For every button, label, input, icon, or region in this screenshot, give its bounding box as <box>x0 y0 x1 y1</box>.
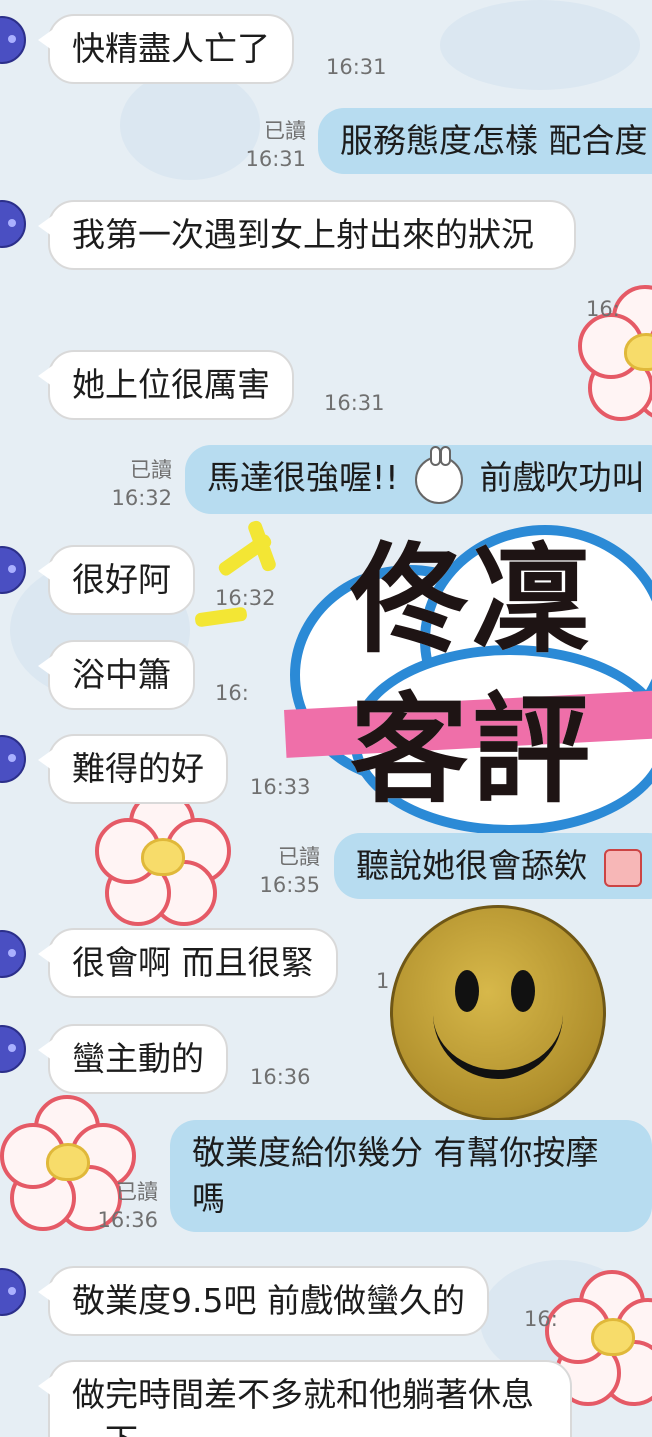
message-bubble[interactable]: 敬業度給你幾分 有幫你按摩嗎 <box>170 1120 652 1232</box>
message-text: 敬業度給你幾分 有幫你按摩嗎 <box>192 1133 599 1218</box>
message-time: 16:36 <box>97 1208 158 1232</box>
emoji-icon <box>603 848 642 887</box>
message-text: 快精盡人亡了 <box>72 29 270 68</box>
message-text: 她上位很厲害 <box>72 365 270 404</box>
message-bubble[interactable]: 敬業度9.5吧 前戲做蠻久的 <box>38 1266 489 1336</box>
read-label: 已讀 <box>264 119 306 143</box>
message-bubble[interactable]: 做完時間差不多就和他躺著休息一下 <box>38 1360 572 1437</box>
read-receipt: 已讀 16:35 <box>258 843 320 899</box>
flower-icon <box>95 790 231 926</box>
message-time: 16:32 <box>111 486 172 510</box>
avatar[interactable] <box>0 200 26 248</box>
avatar[interactable] <box>0 16 26 64</box>
message-time: 16: <box>215 681 249 705</box>
message-text: 做完時間差不多就和他躺著休息一下 <box>72 1375 534 1437</box>
message-text: 前戲吹功叫 <box>479 458 645 497</box>
read-label: 已讀 <box>130 458 172 482</box>
read-label: 已讀 <box>278 845 320 869</box>
message-bubble[interactable]: 馬達很強喔!! 前戲吹功叫 <box>185 445 652 514</box>
message-bubble[interactable]: 服務態度怎樣 配合度 <box>318 108 652 174</box>
message-text: 很好阿 <box>72 560 171 599</box>
message-text: 難得的好 <box>72 749 204 788</box>
message-text: 馬達很強喔!! <box>207 458 399 497</box>
watermark-title-line2: 客評 <box>350 681 595 819</box>
message-text: 聽說她很會舔欸 <box>356 846 587 885</box>
message-text: 很會啊 而且很緊 <box>72 943 314 982</box>
message-time: 16:36 <box>250 1065 311 1089</box>
background-pattern <box>440 0 640 90</box>
message-bubble[interactable]: 難得的好 <box>38 734 228 804</box>
message-text: 蠻主動的 <box>72 1039 204 1078</box>
message-text: 敬業度9.5吧 前戲做蠻久的 <box>72 1281 465 1320</box>
message-bubble[interactable]: 浴中簫 <box>38 640 195 710</box>
message-time: 1 <box>376 969 390 993</box>
message-text: 浴中簫 <box>72 655 171 694</box>
read-receipt: 已讀 16:31 <box>244 117 306 173</box>
message-time: 16: <box>586 297 620 321</box>
message-time: 16:31 <box>326 55 387 79</box>
message-bubble[interactable]: 快精盡人亡了 <box>38 14 294 84</box>
background-pattern <box>120 70 260 180</box>
message-text: 服務態度怎樣 配合度 <box>340 121 648 160</box>
message-bubble[interactable]: 很會啊 而且很緊 <box>38 928 338 998</box>
read-receipt: 已讀 16:36 <box>96 1178 158 1234</box>
message-bubble[interactable]: 我第一次遇到女上射出來的狀況 <box>38 200 576 270</box>
message-bubble[interactable]: 很好阿 <box>38 545 195 615</box>
message-time: 16:31 <box>245 147 306 171</box>
bunny-sticker-icon <box>414 445 463 504</box>
avatar[interactable] <box>0 930 26 978</box>
message-bubble[interactable]: 蠻主動的 <box>38 1024 228 1094</box>
smiley-sticker-icon <box>390 905 606 1121</box>
read-receipt: 已讀 16:32 <box>110 456 172 512</box>
read-label: 已讀 <box>116 1180 158 1204</box>
avatar[interactable] <box>0 735 26 783</box>
chat-window[interactable]: 快精盡人亡了 16:31 已讀 16:31 服務態度怎樣 配合度 我第一次遇到女… <box>0 0 652 1437</box>
avatar[interactable] <box>0 546 26 594</box>
message-time: 16:31 <box>324 391 385 415</box>
avatar[interactable] <box>0 1025 26 1073</box>
message-text: 我第一次遇到女上射出來的狀況 <box>72 215 534 254</box>
message-bubble[interactable]: 聽說她很會舔欸 <box>334 833 652 899</box>
message-bubble[interactable]: 她上位很厲害 <box>38 350 294 420</box>
message-time: 16: <box>524 1307 558 1331</box>
message-time: 16:35 <box>259 873 320 897</box>
watermark-title-line1: 佟凜 <box>350 531 595 669</box>
sparkle-icon <box>194 606 248 628</box>
avatar[interactable] <box>0 1268 26 1316</box>
